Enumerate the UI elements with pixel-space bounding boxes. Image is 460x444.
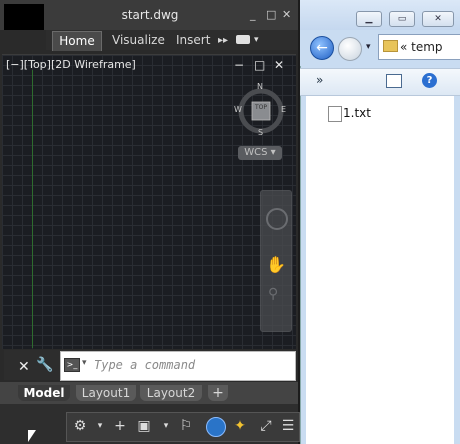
- compass-east[interactable]: E: [281, 105, 286, 114]
- mouse-cursor-icon: [28, 430, 36, 442]
- viewport-restore-icon[interactable]: □: [254, 58, 265, 72]
- more-commands-icon[interactable]: »: [316, 73, 323, 87]
- viewcube-face-top[interactable]: TOP: [255, 104, 267, 111]
- list-item[interactable]: 1.txt: [343, 106, 371, 120]
- preview-pane-icon[interactable]: [386, 74, 402, 88]
- steering-wheel-icon[interactable]: [266, 208, 288, 230]
- add-layout-button[interactable]: +: [208, 385, 228, 401]
- grid-snap-icon[interactable]: +: [112, 418, 128, 434]
- tab-visualize[interactable]: Visualize: [112, 31, 165, 50]
- help-icon[interactable]: ?: [422, 73, 437, 88]
- forward-button[interactable]: [338, 37, 362, 61]
- document-title: start.dwg: [121, 8, 179, 22]
- viewport-close-icon[interactable]: ✕: [274, 58, 284, 72]
- command-placeholder: Type a command: [94, 358, 196, 372]
- menu-icon[interactable]: ☰: [280, 418, 296, 434]
- zoom-icon[interactable]: ⚲: [268, 286, 284, 302]
- tab-insert[interactable]: Insert: [176, 31, 210, 50]
- compass-north[interactable]: N: [257, 82, 263, 91]
- address-path[interactable]: « temp: [400, 40, 443, 54]
- viewport-minimize-icon[interactable]: −: [234, 58, 244, 72]
- text-file-icon: [328, 106, 342, 122]
- command-close-icon[interactable]: ✕: [18, 359, 30, 375]
- compass-west[interactable]: W: [234, 105, 242, 114]
- ribbon-more-icon[interactable]: ▸▸: [218, 31, 228, 50]
- viewport-label[interactable]: [−][Top][2D Wireframe]: [6, 58, 136, 71]
- pan-icon[interactable]: ✋: [266, 255, 286, 274]
- minimize-icon[interactable]: _: [250, 9, 256, 20]
- maximize-icon[interactable]: □: [266, 9, 276, 20]
- tab-layout2[interactable]: Layout2: [140, 385, 202, 401]
- maximize-button[interactable]: ▭: [389, 11, 415, 27]
- app-logo[interactable]: [4, 4, 44, 30]
- tab-home[interactable]: Home: [52, 31, 102, 51]
- back-button[interactable]: ←: [310, 36, 334, 60]
- annotation-icon[interactable]: ⚐: [178, 418, 194, 434]
- chevron-down-icon[interactable]: ▾: [254, 35, 259, 45]
- file-list: [306, 96, 454, 444]
- close-icon[interactable]: ✕: [282, 9, 291, 20]
- wcs-menu-button[interactable]: WCS ▾: [238, 146, 282, 160]
- gear-icon[interactable]: ⚙: [72, 418, 88, 434]
- fullscreen-icon[interactable]: ⤢: [258, 418, 274, 434]
- minimize-button[interactable]: ▁: [356, 11, 382, 27]
- chevron-down-icon[interactable]: ▾: [92, 418, 108, 434]
- chevron-down-icon[interactable]: ▾: [158, 418, 174, 434]
- close-button[interactable]: ✕: [422, 11, 454, 27]
- command-prompt-icon[interactable]: >_: [64, 358, 80, 372]
- hardware-acceleration-icon[interactable]: ✦: [232, 418, 248, 434]
- isolate-icon[interactable]: [206, 417, 226, 437]
- workspace-dropdown-icon[interactable]: [236, 35, 250, 44]
- folder-icon: [383, 40, 398, 52]
- wcs-label: WCS: [244, 147, 268, 158]
- tab-layout1[interactable]: Layout1: [76, 385, 136, 401]
- compass-south[interactable]: S: [258, 128, 263, 137]
- wrench-icon[interactable]: 🔧: [36, 357, 53, 373]
- workspace-icon[interactable]: ▣: [136, 418, 152, 434]
- history-chevron-icon[interactable]: ▾: [366, 42, 371, 52]
- tab-model[interactable]: Model: [18, 385, 70, 401]
- y-axis-line: [32, 70, 33, 348]
- recent-commands-chevron-icon[interactable]: ▾: [82, 358, 87, 368]
